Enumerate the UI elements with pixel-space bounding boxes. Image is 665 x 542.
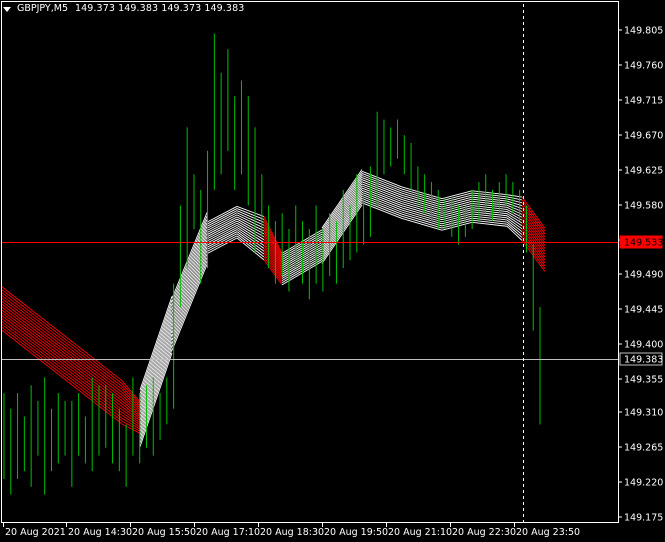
price-tick-label: 149.355 — [624, 375, 663, 386]
bid-price-label: 149.533 — [624, 238, 663, 249]
ma-ribbon-line — [471, 198, 508, 204]
ma-ribbon-line — [441, 207, 473, 216]
time-tick-label: 20 Aug 18:30 — [260, 527, 324, 538]
ma-ribbon-line — [471, 219, 508, 225]
time-tick-label: 20 Aug 2021 — [5, 527, 66, 538]
ma-ribbon-line — [441, 198, 473, 208]
ma-ribbon-line — [1, 298, 63, 346]
ma-ribbon-line — [1, 309, 63, 358]
ma-ribbon-line — [1, 321, 63, 369]
ma-ribbon-line — [441, 192, 473, 202]
price-tick-label: 149.490 — [624, 270, 663, 281]
price-tick-label: 149.670 — [624, 131, 663, 142]
high-value: 149.383 — [118, 3, 159, 14]
price-tick-label: 149.760 — [624, 61, 663, 72]
ma-ribbon-line — [321, 188, 363, 248]
chart-window[interactable]: 149.805 149.760 149.715 149.670 149.625 149.5… — [0, 0, 665, 542]
ma-ribbon-line — [121, 417, 141, 430]
ma-ribbon-line — [471, 213, 508, 219]
time-tick-label: 20 Aug 19:50 — [324, 527, 388, 538]
ma-ribbon-line — [441, 215, 473, 225]
ma-ribbon-line — [171, 236, 208, 323]
ma-ribbon-line — [321, 185, 363, 245]
ma-ribbon-line — [1, 324, 63, 372]
ma-ribbon-line — [441, 209, 473, 218]
ma-ribbon-line — [1, 326, 63, 375]
ma-ribbon-line — [1, 303, 63, 352]
ma-ribbon-line — [471, 221, 508, 227]
ma-ribbon-line — [471, 205, 508, 210]
symbol-info-bar: GBPJPY,M5 149.373 149.383 149.373 149.38… — [3, 3, 244, 15]
ma-ribbon-line — [1, 295, 63, 343]
ma-ribbon-line — [441, 213, 473, 223]
ma-ribbon-line — [236, 208, 265, 220]
close-value: 149.383 — [204, 3, 245, 14]
symbol-label: GBPJPY,M5 — [17, 3, 68, 14]
ma-ribbon-line — [441, 205, 473, 214]
price-tick-label: 149.310 — [624, 408, 663, 419]
ma-ribbon-line — [1, 312, 63, 361]
price-tick-label: 149.220 — [624, 478, 663, 489]
ma-ribbon-line — [471, 192, 508, 198]
ma-ribbon-line — [471, 202, 508, 208]
ma-ribbon-line — [441, 194, 473, 204]
price-tick-label: 149.400 — [624, 340, 663, 351]
ma-ribbon-line — [61, 336, 123, 384]
ma-ribbon-line — [1, 315, 63, 364]
time-tick-label: 20 Aug 22:30 — [452, 527, 516, 538]
ma-ribbon-line — [1, 300, 63, 349]
last-price-label: 149.383 — [624, 355, 663, 366]
price-tick-label: 149.265 — [624, 443, 663, 454]
ma-ribbon-line — [441, 211, 473, 221]
ma-ribbon-line — [441, 202, 473, 212]
price-tick-label: 149.805 — [624, 26, 663, 37]
price-tick-label: 149.625 — [624, 166, 663, 177]
ma-ribbon-line — [1, 289, 63, 338]
ma-ribbon-line — [471, 209, 508, 215]
ma-ribbon-line — [441, 190, 473, 200]
ohlc-values: 149.373 149.383 149.373 149.383 — [75, 3, 244, 15]
price-tick-label: 149.175 — [624, 513, 663, 524]
price-tick-label: 149.715 — [624, 96, 663, 107]
ma-ribbon-line — [441, 219, 473, 229]
ma-ribbon-line — [441, 200, 473, 210]
ma-ribbon-line — [471, 215, 508, 221]
ma-ribbon-line — [1, 292, 63, 340]
ma-ribbon-line — [1, 286, 63, 335]
ma-ribbon-line — [441, 217, 473, 227]
open-value: 149.373 — [75, 3, 115, 14]
ma-ribbon-line — [61, 333, 123, 382]
ma-ribbon-line — [471, 200, 508, 206]
ma-ribbon-line — [471, 211, 508, 217]
time-tick-label: 20 Aug 15:50 — [132, 527, 196, 538]
ma-ribbon-line — [1, 329, 63, 378]
time-tick-label: 20 Aug 21:10 — [388, 527, 452, 538]
ma-ribbon-line — [441, 196, 473, 206]
ma-ribbon-line — [1, 318, 63, 366]
time-tick-label: 20 Aug 17:10 — [196, 527, 260, 538]
ma-ribbon-line — [471, 196, 508, 202]
time-tick-label: 20 Aug 23:50 — [516, 527, 580, 538]
ma-ribbon-line — [471, 194, 508, 200]
ma-ribbon-line — [471, 217, 508, 223]
ma-ribbon-line — [471, 207, 508, 212]
triangle-down-icon[interactable] — [3, 6, 11, 12]
price-tick-label: 149.580 — [624, 201, 663, 212]
price-tick-label: 149.445 — [624, 305, 663, 316]
price-chart[interactable]: 149.805 149.760 149.715 149.670 149.625 149.5… — [0, 0, 665, 542]
ma-ribbon-line — [441, 221, 473, 231]
ma-ribbon-line — [1, 306, 63, 355]
time-tick-label: 20 Aug 14:30 — [68, 527, 132, 538]
low-value: 149.373 — [161, 3, 202, 14]
ma-ribbon-line — [171, 240, 208, 327]
ma-ribbon-line — [471, 190, 508, 196]
